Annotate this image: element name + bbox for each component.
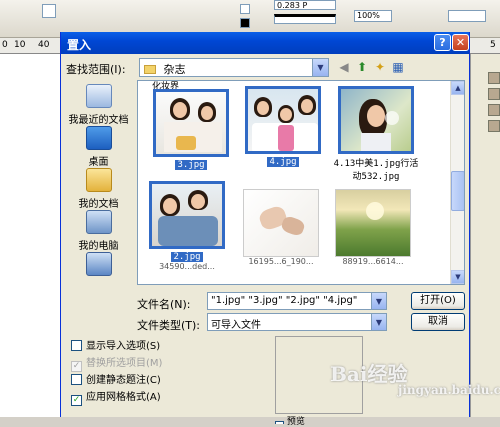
place-network[interactable]	[66, 252, 131, 279]
toolbar-select[interactable]	[448, 10, 486, 22]
place-label: 我的文档	[78, 199, 119, 210]
preview-label: 预览	[286, 417, 305, 427]
place-label: 我最近的文档	[68, 115, 129, 126]
ruler-tick: 0	[2, 40, 8, 50]
desktop-icon	[85, 126, 112, 150]
page-thumbnail[interactable]	[488, 88, 500, 100]
file-item[interactable]: 88919...6614...	[332, 189, 414, 266]
places-bar: 我最近的文档 桌面 我的文档 我的电脑	[66, 82, 131, 287]
checkbox-box[interactable]: ✓	[71, 395, 82, 406]
file-item[interactable]: 4.jpg	[242, 86, 324, 167]
place-label: 桌面	[88, 157, 109, 168]
watermark-text: Bai经验	[330, 362, 408, 386]
page-thumbnail[interactable]	[488, 120, 500, 132]
open-button[interactable]: 打开(O)	[411, 292, 465, 310]
file-name: 3.jpg	[175, 160, 207, 170]
look-in-value: 杂志	[163, 63, 186, 76]
scroll-up-icon[interactable]: ▲	[451, 81, 464, 95]
view-menu-icon[interactable]: ▦	[390, 59, 406, 75]
place-my-documents[interactable]: 我的文档	[66, 168, 131, 210]
back-icon[interactable]: ◀	[336, 59, 352, 75]
network-places-icon	[85, 252, 112, 276]
stroke-style-select[interactable]	[274, 14, 336, 24]
file-name: 2.jpg	[171, 252, 203, 262]
file-name: 4.13中美1.jpg行活动532.jpg	[333, 159, 419, 182]
scrollbar-thumb[interactable]	[451, 171, 464, 211]
file-thumbnail	[245, 86, 321, 154]
my-computer-icon	[85, 210, 112, 234]
checkbox-label: 显示导入选项(S)	[86, 341, 161, 352]
create-caption-checkbox[interactable]: 创建静态题注(C)	[71, 371, 161, 386]
help-button[interactable]: ?	[434, 34, 451, 51]
place-label: 我的电脑	[78, 241, 119, 252]
file-item[interactable]: 4.13中美1.jpg行活动532.jpg	[328, 86, 424, 182]
chevron-down-icon[interactable]: ▼	[371, 314, 386, 330]
chevron-down-icon[interactable]: ▼	[312, 59, 328, 76]
close-button[interactable]: ✕	[452, 34, 469, 51]
checkbox-label: 应用网格格式(A)	[86, 392, 161, 403]
ruler-tick: 40	[38, 40, 50, 50]
zoom-field[interactable]: 100%	[354, 10, 392, 22]
watermark-logo: Bai经验 jingyan.baidu.com	[330, 358, 500, 397]
stroke-weight-field[interactable]: 0.283 P	[274, 0, 336, 10]
filename-input[interactable]: "1.jpg" "3.jpg" "2.jpg" "4.jpg"	[207, 292, 387, 310]
file-thumbnail	[335, 189, 411, 257]
chevron-down-icon[interactable]: ▼	[371, 293, 386, 309]
file-list-scrollbar[interactable]: ▲ ▼	[450, 81, 464, 284]
file-item[interactable]: 2.jpg 34590...ded...	[146, 181, 228, 271]
my-documents-icon	[85, 168, 112, 192]
dialog-title: 置入	[67, 38, 92, 52]
folder-icon	[144, 65, 156, 74]
file-item[interactable]: 16195...6_190...	[240, 189, 322, 266]
dialog-titlebar[interactable]: 置入 ? ✕	[61, 32, 469, 54]
show-import-options-checkbox[interactable]: 显示导入选项(S)	[71, 337, 160, 352]
recent-documents-icon	[85, 84, 112, 108]
page-thumbnail[interactable]	[488, 104, 500, 116]
partial-file-label: 16195...6_190...	[248, 257, 314, 266]
filename-label: 文件名(N):	[137, 298, 191, 311]
partial-file-label: 88919...6614...	[342, 257, 404, 266]
fill-swatch[interactable]	[240, 4, 250, 14]
place-desktop[interactable]: 桌面	[66, 126, 131, 168]
file-item[interactable]: 3.jpg	[150, 89, 232, 170]
stroke-swatch[interactable]	[240, 18, 250, 28]
checkbox-box[interactable]	[71, 374, 82, 385]
file-list[interactable]: 化妆界 3.jpg 4.jpg 4.13中美1.jpg行活动532.jpg 2.…	[137, 80, 465, 285]
partial-file-label: 34590...ded...	[159, 262, 215, 271]
up-folder-icon[interactable]: ⬆	[354, 59, 370, 75]
look-in-label: 查找范围(I):	[66, 63, 126, 76]
checkbox-label: 替换所选项目(M)	[86, 358, 163, 369]
scroll-down-icon[interactable]: ▼	[451, 270, 464, 284]
cancel-button[interactable]: 取消	[411, 313, 465, 331]
checkbox-label: 创建静态题注(C)	[86, 375, 161, 386]
document-canvas	[0, 54, 60, 417]
file-name: 4.jpg	[267, 157, 299, 167]
apply-grid-format-checkbox[interactable]: ✓ 应用网格格式(A)	[71, 388, 161, 406]
place-my-computer[interactable]: 我的电脑	[66, 210, 131, 252]
look-in-select[interactable]: 杂志 ▼	[139, 58, 329, 77]
file-thumbnail	[153, 89, 229, 157]
ruler-tick: 5	[490, 40, 496, 50]
ruler-tick: 10	[14, 40, 26, 50]
page-thumbnail[interactable]	[488, 72, 500, 84]
watermark-subtext: jingyan.baidu.com	[398, 383, 500, 397]
file-thumbnail	[243, 189, 319, 257]
file-thumbnail	[149, 181, 225, 249]
preview-checkbox[interactable]: 预览	[275, 414, 305, 427]
place-recent[interactable]: 我最近的文档	[66, 84, 131, 126]
filetype-label: 文件类型(T):	[137, 319, 201, 332]
replace-selected-checkbox[interactable]: ✓ 替换所选项目(M)	[71, 354, 162, 372]
checkbox-box[interactable]	[71, 340, 82, 351]
file-thumbnail	[338, 86, 414, 154]
filetype-select[interactable]: 可导入文件	[207, 313, 387, 331]
toolbar-field[interactable]	[42, 4, 56, 18]
new-folder-icon[interactable]: ✦	[372, 59, 388, 75]
